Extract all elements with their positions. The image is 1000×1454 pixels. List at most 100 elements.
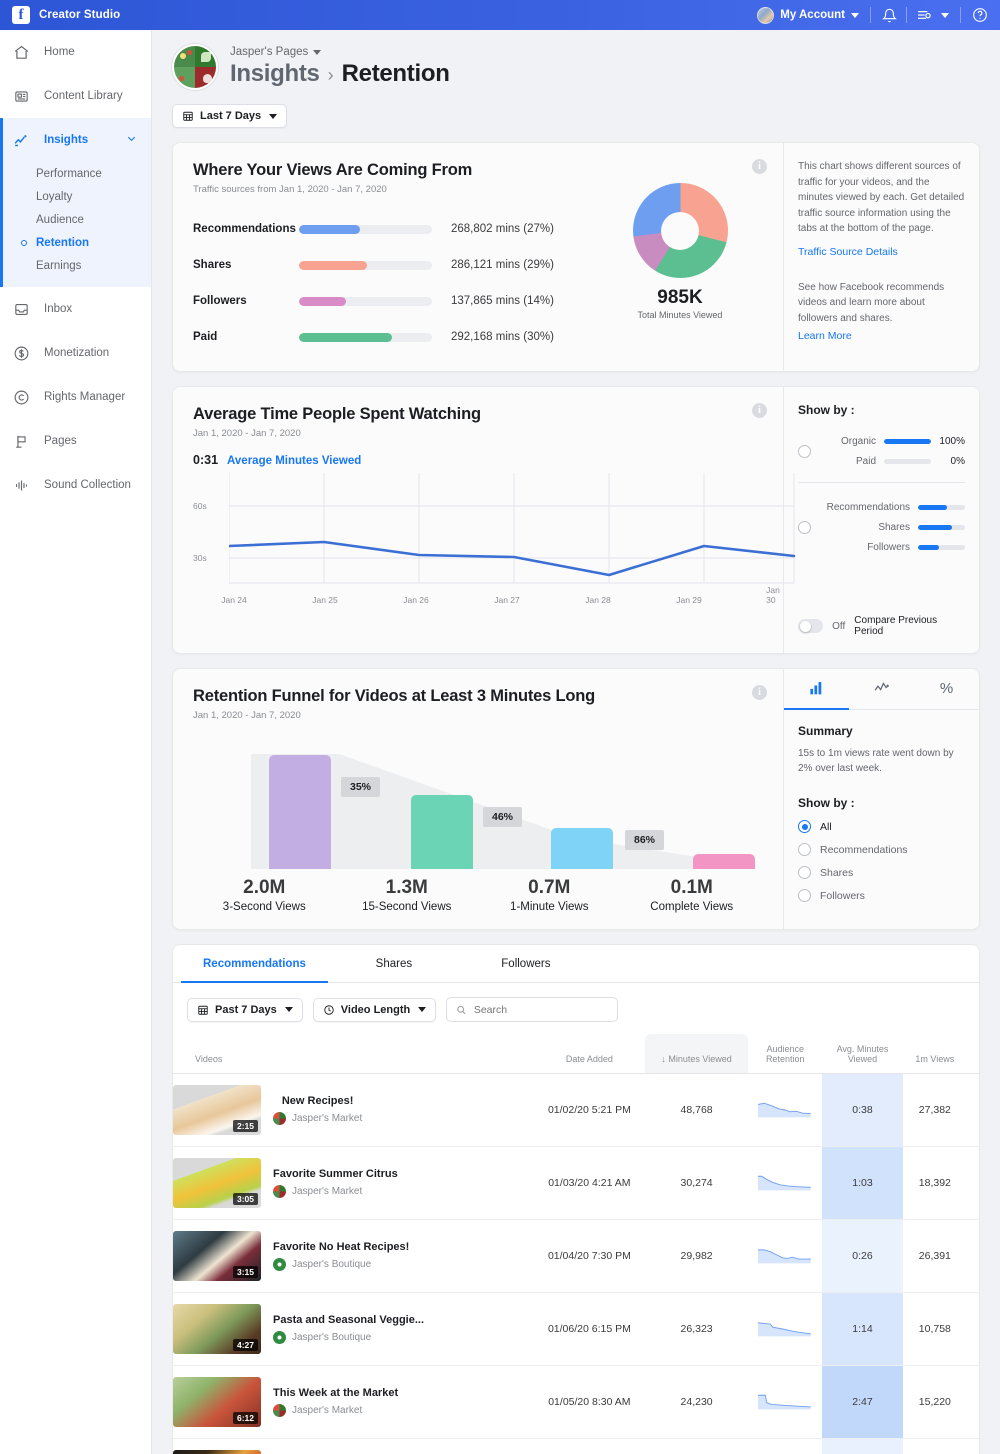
sidebar-item-sound-collection[interactable]: Sound Collection xyxy=(0,463,151,507)
table-row[interactable]: 4:27 Pasta and Seasonal Veggie... Jasper… xyxy=(173,1292,979,1366)
compare-toggle[interactable] xyxy=(798,619,824,633)
table-row[interactable]: 4:24 A Fresh Take on Shakshuka Jasper's … xyxy=(173,1438,979,1454)
sidebar-subitem-label: Loyalty xyxy=(36,190,73,203)
sidebar-subitem-earnings[interactable]: Earnings xyxy=(0,254,151,277)
video-title[interactable]: Favorite No Heat Recipes! xyxy=(273,1241,409,1253)
top-bar-right: My Account xyxy=(757,6,1000,24)
facebook-logo-icon[interactable]: f xyxy=(12,6,30,24)
table-row[interactable]: 2:15 New Recipes! Jasper's Market 01/02/… xyxy=(173,1073,979,1147)
col-audience-retention[interactable]: Audience Retention xyxy=(748,1034,823,1074)
metric-line: Paid 0% xyxy=(822,451,965,471)
col-minutes-viewed[interactable]: ↓ Minutes Viewed xyxy=(645,1034,749,1074)
video-duration-badge: 3:15 xyxy=(232,1266,258,1278)
col-avg-minutes-viewed[interactable]: Avg. Minutes Viewed xyxy=(822,1034,903,1074)
radio-icon[interactable] xyxy=(798,889,811,902)
my-account-menu[interactable]: My Account xyxy=(757,6,859,24)
table-row[interactable]: 3:15 Favorite No Heat Recipes! Jasper's … xyxy=(173,1219,979,1293)
chevron-down-icon xyxy=(313,49,322,55)
video-duration-badge: 6:12 xyxy=(232,1412,258,1424)
video-title[interactable]: Favorite Summer Citrus xyxy=(273,1168,398,1180)
tab-bar-chart[interactable] xyxy=(784,669,849,710)
learn-more-link[interactable]: Learn More xyxy=(798,330,965,342)
traffic-label: Recommendations xyxy=(193,223,296,235)
radio-option-recommendations[interactable]: Recommendations xyxy=(798,843,965,856)
video-meta: Favorite No Heat Recipes! Jasper's Bouti… xyxy=(273,1241,409,1271)
show-by-group-sources[interactable]: Recommendations Shares Followers xyxy=(798,497,965,557)
radio-sources[interactable] xyxy=(798,520,811,534)
sidebar-item-insights[interactable]: Insights xyxy=(0,118,151,162)
chevron-down-icon[interactable] xyxy=(941,12,949,18)
copyright-icon xyxy=(13,389,35,406)
col-date-added[interactable]: Date Added xyxy=(533,1034,646,1074)
search-box[interactable] xyxy=(446,997,619,1022)
show-by-group-organic-paid[interactable]: Organic 100% Paid 0% xyxy=(798,431,965,471)
video-thumbnail[interactable]: 3:15 xyxy=(173,1231,261,1281)
page-avatar[interactable] xyxy=(172,44,218,90)
sidebar-item-pages[interactable]: Pages xyxy=(0,419,151,463)
video-thumbnail[interactable]: 2:15 xyxy=(173,1085,261,1135)
funnel-pct-3: 86% xyxy=(625,830,665,850)
cell-video[interactable]: 4:24 A Fresh Take on Shakshuka Jasper's … xyxy=(173,1438,534,1454)
video-page-name: Jasper's Market xyxy=(292,1113,363,1124)
tab-recommendations[interactable]: Recommendations xyxy=(181,945,328,983)
tab-percent[interactable]: % xyxy=(914,669,979,709)
col-audience-retention-line2: Retention xyxy=(765,1054,805,1064)
date-range-button[interactable]: Last 7 Days xyxy=(172,104,288,128)
search-input[interactable] xyxy=(473,1003,609,1016)
sidebar-subitem-audience[interactable]: Audience xyxy=(0,208,151,231)
sidebar-item-monetization[interactable]: Monetization xyxy=(0,331,151,375)
video-cell: 3:15 Favorite No Heat Recipes! Jasper's … xyxy=(173,1231,534,1281)
video-title[interactable]: Pasta and Seasonal Veggie... xyxy=(273,1314,424,1326)
video-thumbnail[interactable]: 4:24 xyxy=(173,1450,261,1454)
radio-organic-paid[interactable] xyxy=(798,444,811,458)
traffic-bar-fill xyxy=(299,296,346,306)
sidebar-item-content-library[interactable]: Content Library xyxy=(0,74,151,118)
info-icon[interactable]: i xyxy=(752,685,767,700)
cell-video[interactable]: 3:05 Favorite Summer Citrus Jasper's Mar… xyxy=(173,1146,534,1220)
traffic-source-details-link[interactable]: Traffic Source Details xyxy=(798,246,965,258)
pages-selector[interactable]: Jasper's Pages xyxy=(230,46,450,58)
radio-option-followers[interactable]: Followers xyxy=(798,889,965,902)
metric-name: Paid xyxy=(855,455,876,467)
sidebar-item-inbox[interactable]: Inbox xyxy=(0,287,151,331)
metric-label[interactable]: Average Minutes Viewed xyxy=(227,455,361,467)
video-title[interactable]: New Recipes! xyxy=(273,1095,362,1107)
sidebar-subitem-retention[interactable]: Retention xyxy=(0,231,151,254)
info-icon[interactable]: i xyxy=(752,159,767,174)
sidebar-item-rights-manager[interactable]: Rights Manager xyxy=(0,375,151,419)
cell-date-added: 01/05/20 8:30 AM xyxy=(533,1365,646,1439)
metric-pct: 0% xyxy=(950,455,965,467)
bell-icon[interactable] xyxy=(882,8,897,23)
chevron-down-icon[interactable] xyxy=(126,133,137,147)
funnel-bar-complete xyxy=(693,854,755,869)
cell-video[interactable]: 3:15 Favorite No Heat Recipes! Jasper's … xyxy=(173,1219,534,1293)
sidebar-subitem-performance[interactable]: Performance xyxy=(0,162,151,185)
cell-video[interactable]: 2:15 New Recipes! Jasper's Market xyxy=(173,1073,534,1147)
tab-followers[interactable]: Followers xyxy=(460,945,592,982)
cell-video[interactable]: 6:12 This Week at the Market Jasper's Ma… xyxy=(173,1365,534,1439)
info-icon[interactable]: i xyxy=(752,403,767,418)
cell-video[interactable]: 4:27 Pasta and Seasonal Veggie... Jasper… xyxy=(173,1292,534,1366)
traffic-value: 137,865 mins (14%) xyxy=(451,295,554,307)
video-cell: 4:24 A Fresh Take on Shakshuka Jasper's … xyxy=(173,1450,534,1454)
tab-shares[interactable]: Shares xyxy=(328,945,460,982)
breadcrumb-insights[interactable]: Insights xyxy=(230,60,320,88)
video-title[interactable]: This Week at the Market xyxy=(273,1387,398,1399)
radio-option-all[interactable]: All xyxy=(798,820,965,833)
past-7-days-filter[interactable]: Past 7 Days xyxy=(187,997,303,1022)
radio-option-shares[interactable]: Shares xyxy=(798,866,965,879)
video-thumbnail[interactable]: 6:12 xyxy=(173,1377,261,1427)
col-1m-views[interactable]: 1m Views xyxy=(902,1034,979,1074)
video-length-filter[interactable]: Video Length xyxy=(312,997,437,1022)
table-row[interactable]: 6:12 This Week at the Market Jasper's Ma… xyxy=(173,1365,979,1439)
clock-icon xyxy=(324,1004,334,1015)
sidebar-subitem-loyalty[interactable]: Loyalty xyxy=(0,185,151,208)
video-thumbnail[interactable]: 3:05 xyxy=(173,1158,261,1208)
tab-line-chart[interactable] xyxy=(849,669,914,709)
radio-icon[interactable] xyxy=(798,820,811,833)
video-thumbnail[interactable]: 4:27 xyxy=(173,1304,261,1354)
settings-sliders-icon[interactable] xyxy=(916,7,932,23)
sidebar-item-home[interactable]: Home xyxy=(0,30,151,74)
table-row[interactable]: 3:05 Favorite Summer Citrus Jasper's Mar… xyxy=(173,1146,979,1220)
help-icon[interactable] xyxy=(972,7,988,23)
